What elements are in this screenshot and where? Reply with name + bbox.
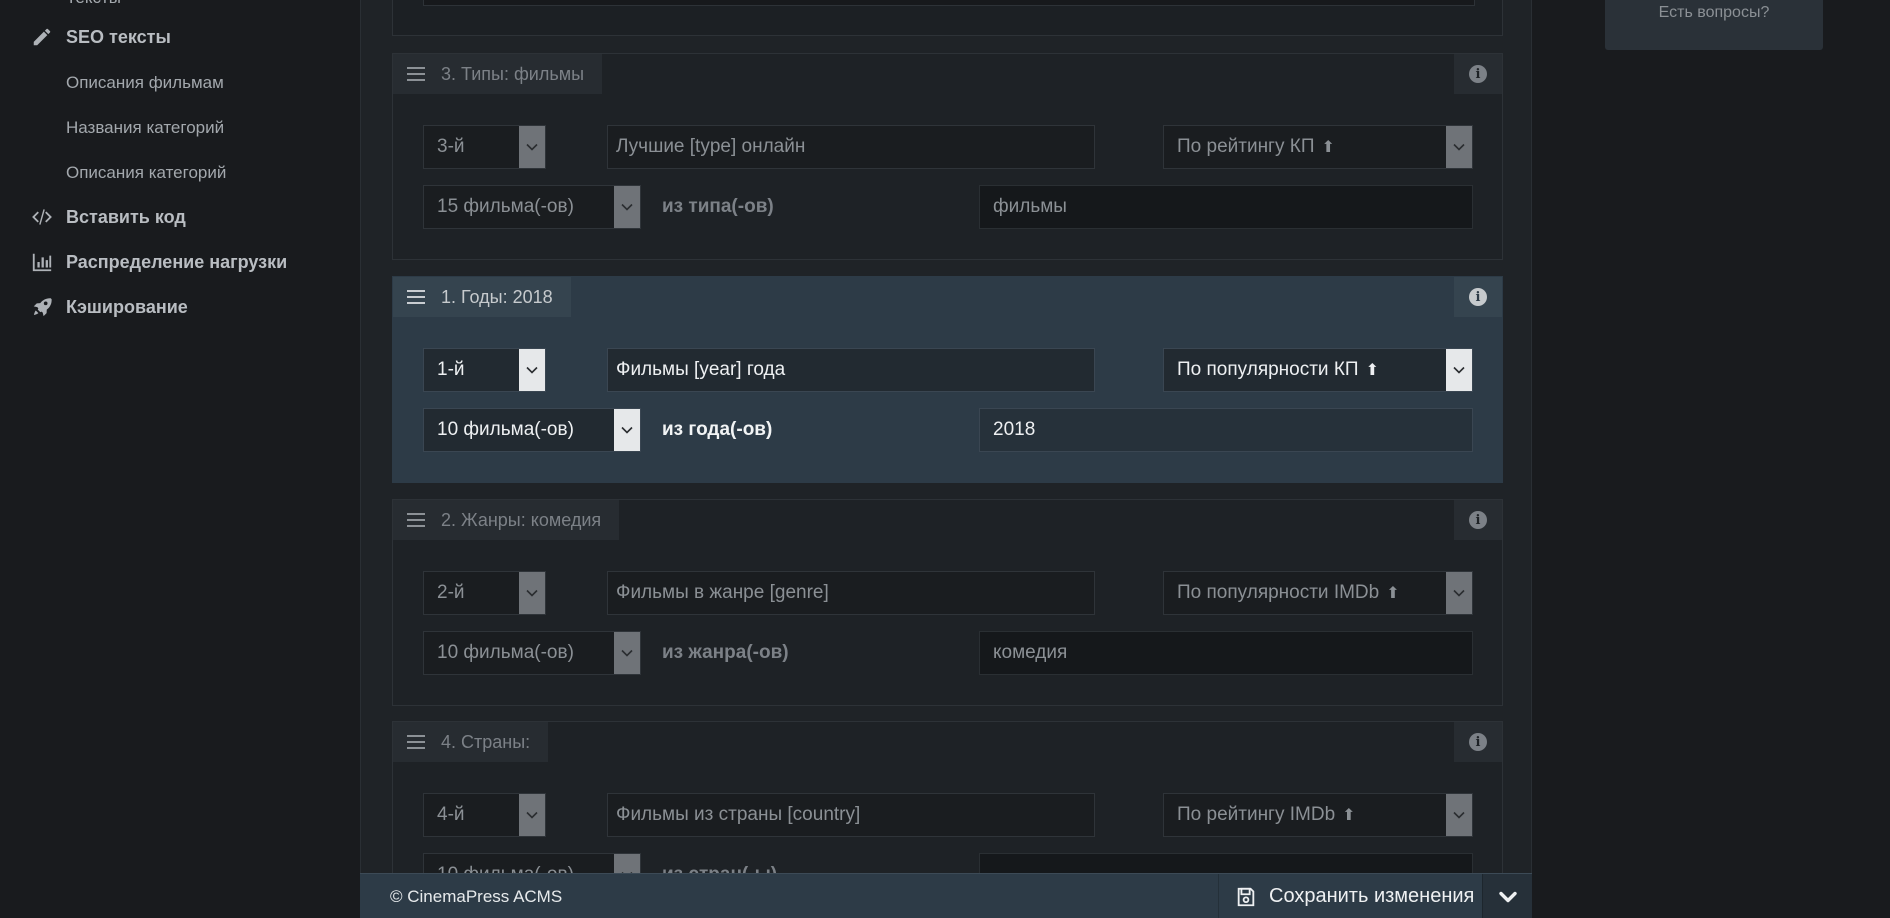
- block-drag-handle[interactable]: 4. Страны:: [393, 722, 549, 762]
- count-select[interactable]: 10 фильма(-ов): [423, 631, 641, 675]
- collapse-toggle-button[interactable]: [1482, 874, 1532, 918]
- sidebar-item-label: Вставить код: [66, 206, 186, 227]
- pencil-icon: [30, 25, 54, 49]
- sidebar-item-texts-cut[interactable]: Тексты: [66, 0, 121, 8]
- title-template-input[interactable]: Фильмы из страны [country]: [607, 793, 1095, 837]
- info-icon: i: [1469, 288, 1487, 306]
- main-panel: 3. Типы: фильмы i 3-й Лучшие [type] онла…: [360, 0, 1532, 918]
- category-value-field[interactable]: комедия: [979, 631, 1473, 675]
- title-template-input[interactable]: Фильмы [year] года: [607, 348, 1095, 392]
- category-block-years: 1. Годы: 2018 i 1-й Фильмы [year] года П…: [392, 276, 1503, 483]
- sort-select[interactable]: По рейтингу IMDb ⬆: [1163, 793, 1473, 837]
- category-value-field[interactable]: 2018: [979, 408, 1473, 452]
- info-icon: i: [1469, 65, 1487, 83]
- info-button[interactable]: i: [1454, 277, 1502, 317]
- arrow-up-icon: ⬆: [1342, 807, 1356, 824]
- code-icon: [30, 205, 54, 229]
- chevron-down-icon: [519, 349, 545, 391]
- category-value-field[interactable]: фильмы: [979, 185, 1473, 229]
- from-label: из жанра(-ов): [662, 642, 789, 663]
- chevron-down-icon: [1446, 572, 1472, 614]
- sidebar-item-label: Кэширование: [66, 296, 188, 317]
- info-button[interactable]: i: [1454, 54, 1502, 94]
- save-button-label: Сохранить изменения: [1269, 885, 1475, 907]
- questions-link[interactable]: Есть вопросы?: [1605, 4, 1823, 22]
- from-label: из года(-ов): [662, 419, 773, 440]
- block-title: 2. Жанры: комедия: [441, 509, 602, 530]
- position-select[interactable]: 2-й: [423, 571, 546, 615]
- block-drag-handle[interactable]: 2. Жанры: комедия: [393, 500, 620, 540]
- chevron-down-icon: [614, 409, 640, 451]
- sidebar-subitem-category-names[interactable]: Названия категорий: [66, 116, 224, 140]
- count-select[interactable]: 10 фильма(-ов): [423, 408, 641, 452]
- category-block-genres: 2. Жанры: комедия i 2-й Фильмы в жанре […: [392, 499, 1503, 706]
- title-template-input[interactable]: Лучшие [type] онлайн: [607, 125, 1095, 169]
- copyright-text: © CinemaPress ACMS: [390, 886, 563, 906]
- block-title: 1. Годы: 2018: [441, 286, 553, 307]
- sort-select[interactable]: По рейтингу КП ⬆: [1163, 125, 1473, 169]
- chevron-down-icon: [1446, 126, 1472, 168]
- block-title: 4. Страны:: [441, 731, 531, 752]
- info-button[interactable]: i: [1454, 722, 1502, 762]
- info-button[interactable]: i: [1454, 500, 1502, 540]
- title-template-input[interactable]: Фильмы в жанре [genre]: [607, 571, 1095, 615]
- chevron-down-icon: [1446, 349, 1472, 391]
- chevron-down-icon: [1446, 794, 1472, 836]
- sort-select[interactable]: По популярности КП ⬆: [1163, 348, 1473, 392]
- from-label: из типа(-ов): [662, 196, 774, 217]
- help-card[interactable]: Есть вопросы?: [1605, 0, 1823, 50]
- count-select[interactable]: 15 фильма(-ов): [423, 185, 641, 229]
- sidebar-item-insert-code[interactable]: Вставить код: [30, 202, 186, 232]
- position-select[interactable]: 1-й: [423, 348, 546, 392]
- arrow-up-icon: ⬆: [1386, 585, 1400, 602]
- save-changes-button[interactable]: Сохранить изменения: [1218, 874, 1482, 918]
- block-drag-handle[interactable]: 1. Годы: 2018: [393, 277, 571, 317]
- category-block-types: 3. Типы: фильмы i 3-й Лучшие [type] онла…: [392, 53, 1503, 260]
- bars-icon: [407, 290, 425, 304]
- sidebar-item-load-balancing[interactable]: Распределение нагрузки: [30, 247, 287, 277]
- info-icon: i: [1469, 511, 1487, 529]
- sidebar-item-label: SEO тексты: [66, 26, 171, 47]
- arrow-up-icon: ⬆: [1365, 362, 1379, 379]
- chevron-down-icon: [519, 126, 545, 168]
- block-drag-handle[interactable]: 3. Типы: фильмы: [393, 54, 603, 94]
- bar-chart-icon: [30, 250, 54, 274]
- bars-icon: [407, 513, 425, 527]
- sidebar: Тексты SEO тексты Описания фильмам Назва…: [0, 0, 360, 918]
- sort-select[interactable]: По популярности IMDb ⬆: [1163, 571, 1473, 615]
- sidebar-subitem-category-descriptions[interactable]: Описания категорий: [66, 161, 226, 185]
- footer-bar: © CinemaPress ACMS Сохранить изменения: [360, 873, 1532, 918]
- bars-icon: [407, 735, 425, 749]
- bars-icon: [407, 67, 425, 81]
- arrow-up-icon: ⬆: [1321, 139, 1335, 156]
- sidebar-item-caching[interactable]: Кэширование: [30, 292, 188, 322]
- info-icon: i: [1469, 733, 1487, 751]
- chevron-down-icon: [519, 572, 545, 614]
- previous-block-cut: [392, 0, 1503, 36]
- sidebar-subitem-movie-descriptions[interactable]: Описания фильмам: [66, 71, 224, 95]
- chevron-down-icon: [519, 794, 545, 836]
- chevron-down-icon: [614, 186, 640, 228]
- rocket-icon: [30, 295, 54, 319]
- position-select[interactable]: 4-й: [423, 793, 546, 837]
- sidebar-item-label: Распределение нагрузки: [66, 251, 288, 272]
- sidebar-item-seo-texts[interactable]: SEO тексты: [30, 22, 171, 52]
- chevron-down-icon: [1498, 891, 1517, 902]
- chevron-down-icon: [614, 632, 640, 674]
- position-select[interactable]: 3-й: [423, 125, 546, 169]
- block-title: 3. Типы: фильмы: [441, 63, 585, 84]
- floppy-disk-icon: [1237, 887, 1255, 906]
